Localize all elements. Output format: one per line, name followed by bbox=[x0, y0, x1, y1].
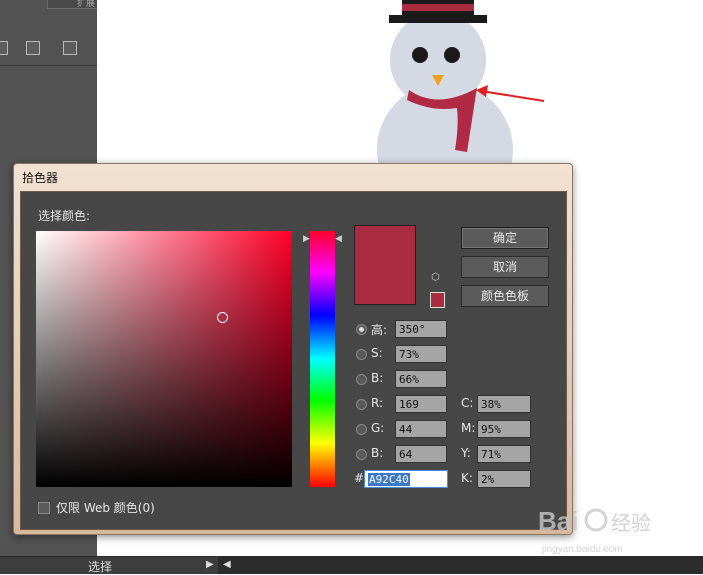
status-tool-label: 选择 bbox=[88, 560, 113, 574]
select-color-label: 选择颜色: bbox=[38, 209, 91, 223]
svg-text:jingyan.baidu.com: jingyan.baidu.com bbox=[541, 544, 623, 555]
cyan-input[interactable]: 38% bbox=[477, 395, 531, 413]
svg-text:Bai: Bai bbox=[538, 506, 578, 536]
hue-slider[interactable] bbox=[310, 231, 335, 487]
saturation-label: S: bbox=[371, 346, 383, 360]
saturation-brightness-field[interactable] bbox=[36, 231, 292, 487]
blue-input[interactable]: 64 bbox=[395, 445, 447, 463]
right-eye bbox=[444, 47, 460, 63]
magenta-input[interactable]: 95% bbox=[477, 420, 531, 438]
status-bar: 选择 ▶ ◀ bbox=[0, 556, 703, 574]
out-of-gamut-swatch[interactable] bbox=[430, 292, 445, 308]
baidu-logo: Bai 经验 jingyan.baidu.com bbox=[538, 506, 651, 555]
black-label: K: bbox=[461, 471, 473, 485]
color-picker-dialog: 拾色器 选择颜色: ▶ ◀ ⬡ 确定 取消 颜色色板 高: 350° S: 73… bbox=[13, 163, 573, 535]
align-icon[interactable] bbox=[26, 41, 40, 55]
svg-text:经验: 经验 bbox=[611, 511, 651, 535]
dialog-body: 选择颜色: ▶ ◀ ⬡ 确定 取消 颜色色板 高: 350° S: 73% B:… bbox=[20, 191, 567, 530]
green-label: G: bbox=[371, 421, 385, 435]
web-colors-only-checkbox[interactable] bbox=[38, 502, 50, 514]
horizontal-scrollbar[interactable] bbox=[218, 557, 703, 574]
cube-icon[interactable]: ⬡ bbox=[431, 273, 441, 283]
scroll-left-icon[interactable]: ◀ bbox=[223, 559, 231, 570]
play-icon[interactable]: ▶ bbox=[206, 559, 214, 570]
black-input[interactable]: 2% bbox=[477, 470, 531, 488]
hue-slider-left-arrow-icon[interactable]: ▶ bbox=[303, 234, 310, 244]
hue-input[interactable]: 350° bbox=[395, 320, 447, 338]
ok-button[interactable]: 确定 bbox=[461, 227, 549, 249]
yellow-label: Y: bbox=[461, 446, 471, 460]
align-icon[interactable] bbox=[63, 41, 77, 55]
cyan-label: C: bbox=[461, 396, 474, 410]
new-color-preview bbox=[354, 225, 416, 305]
red-label: R: bbox=[371, 396, 384, 410]
hex-input[interactable]: A92C40 bbox=[364, 470, 448, 488]
hue-radio[interactable] bbox=[356, 324, 367, 335]
brightness-radio[interactable] bbox=[356, 374, 367, 385]
align-icon[interactable] bbox=[0, 41, 8, 55]
brightness-input[interactable]: 66% bbox=[395, 370, 447, 388]
magenta-label: M: bbox=[461, 421, 476, 435]
hue-label: 高: bbox=[371, 323, 388, 337]
color-marker[interactable] bbox=[217, 312, 228, 323]
cancel-button[interactable]: 取消 bbox=[461, 256, 549, 278]
saturation-radio[interactable] bbox=[356, 349, 367, 360]
red-input[interactable]: 169 bbox=[395, 395, 447, 413]
hue-slider-right-arrow-icon[interactable]: ◀ bbox=[335, 234, 342, 244]
hex-value: A92C40 bbox=[368, 473, 410, 486]
brightness-label: B: bbox=[371, 371, 384, 385]
baidu-jingyan-watermark: Bai 经验 jingyan.baidu.com bbox=[538, 498, 678, 558]
web-colors-only-label: 仅限 Web 颜色(0) bbox=[56, 501, 155, 515]
hex-prefix: # bbox=[354, 471, 365, 485]
left-eye bbox=[412, 47, 428, 63]
blue-radio[interactable] bbox=[356, 449, 367, 460]
red-radio[interactable] bbox=[356, 399, 367, 410]
hat-band bbox=[402, 4, 474, 11]
yellow-input[interactable]: 71% bbox=[477, 445, 531, 463]
color-swatches-button[interactable]: 颜色色板 bbox=[461, 285, 549, 307]
dialog-title: 拾色器 bbox=[22, 171, 59, 185]
green-input[interactable]: 44 bbox=[395, 420, 447, 438]
green-radio[interactable] bbox=[356, 424, 367, 435]
blue-label: B: bbox=[371, 446, 384, 460]
saturation-input[interactable]: 73% bbox=[395, 345, 447, 363]
